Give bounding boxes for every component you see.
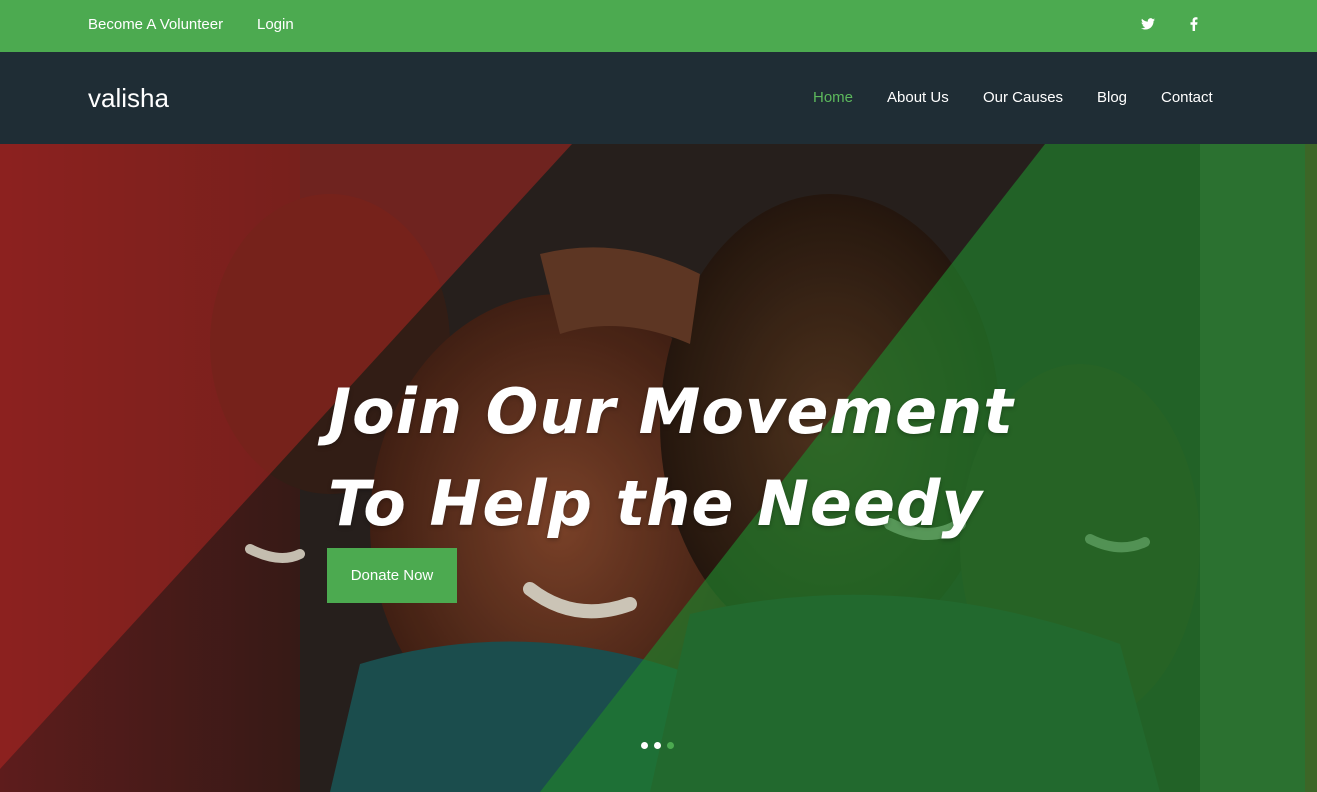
nav-item-about-us[interactable]: About Us [887, 90, 949, 106]
nav-item-blog[interactable]: Blog [1097, 90, 1127, 106]
slider-dot-3[interactable] [667, 742, 674, 749]
hero-headline-line-2: To Help the Needy [328, 467, 983, 540]
main-navbar: valisha Home About Us Our Causes Blog Co… [0, 52, 1317, 144]
hero-headline: Join Our Movement To Help the Needy [328, 366, 1028, 550]
nav-item-our-causes[interactable]: Our Causes [983, 90, 1063, 106]
twitter-icon[interactable] [1139, 15, 1157, 33]
hero-slider: Join Our Movement To Help the Needy Dona… [0, 144, 1317, 792]
top-bar: Become A Volunteer Login [0, 0, 1317, 52]
login-link[interactable]: Login [257, 17, 294, 33]
slider-pagination [641, 742, 674, 749]
site-logo[interactable]: valisha [88, 84, 169, 112]
nav-item-contact[interactable]: Contact [1161, 90, 1213, 106]
donate-now-button[interactable]: Donate Now [327, 548, 457, 603]
slider-dot-1[interactable] [641, 742, 648, 749]
become-volunteer-link[interactable]: Become A Volunteer [88, 17, 223, 33]
slider-dot-2[interactable] [654, 742, 661, 749]
facebook-icon[interactable] [1185, 15, 1203, 33]
hero-headline-line-1: Join Our Movement [328, 375, 1014, 448]
nav-item-home[interactable]: Home [813, 90, 853, 106]
